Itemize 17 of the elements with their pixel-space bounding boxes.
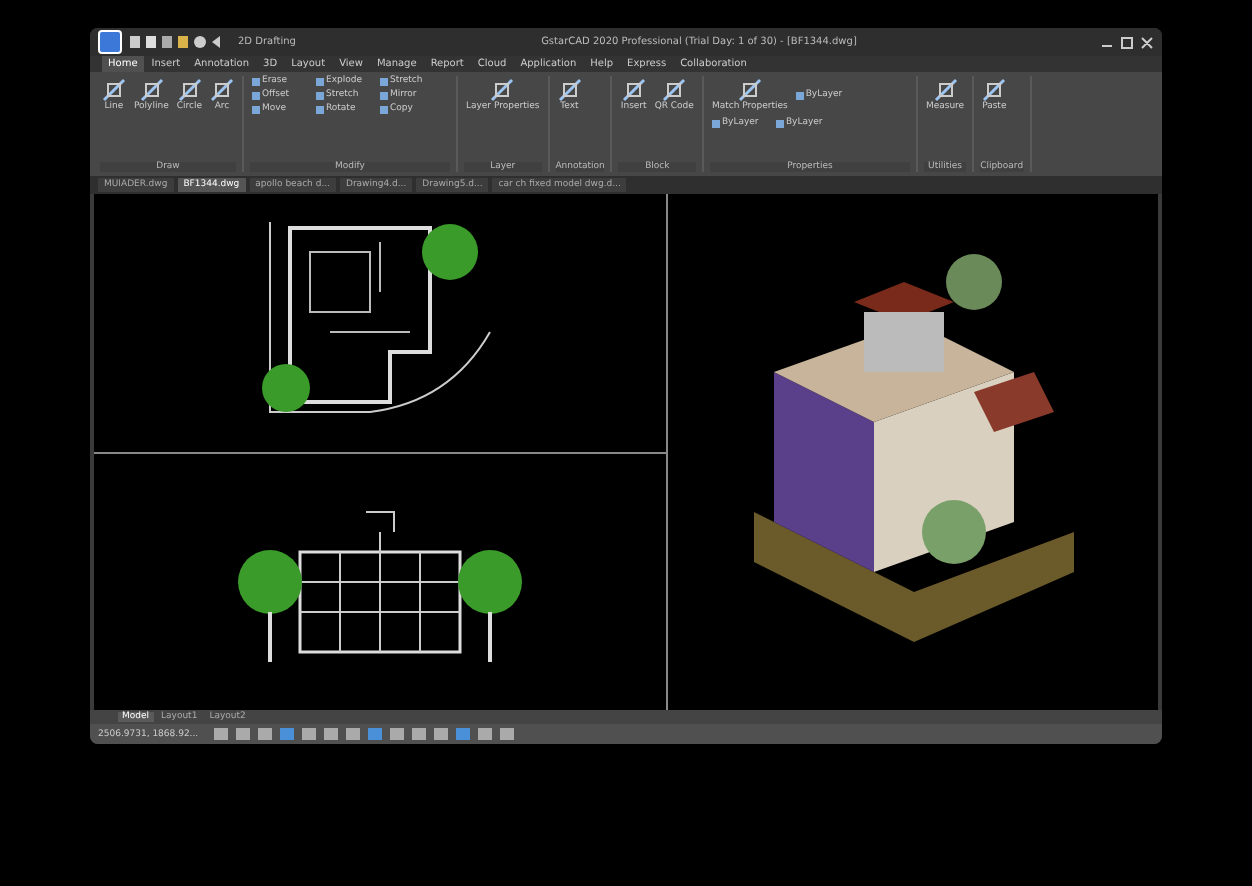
tool-icon bbox=[795, 91, 804, 99]
tool-icon bbox=[177, 78, 202, 102]
tool-icon bbox=[662, 78, 687, 102]
tool-icon bbox=[621, 78, 646, 102]
tool-icon bbox=[209, 78, 234, 102]
tool-icon bbox=[775, 119, 784, 127]
tool-icon bbox=[557, 78, 582, 102]
tool-icon bbox=[982, 78, 1007, 102]
tool-icon bbox=[490, 78, 515, 102]
tool-icon bbox=[102, 78, 126, 102]
status-toggle-icons[interactable] bbox=[214, 726, 515, 742]
tool-icon bbox=[933, 78, 957, 102]
window-controls-icon[interactable] bbox=[1102, 35, 1154, 49]
tool-icon bbox=[139, 78, 164, 102]
app-logo-icon[interactable] bbox=[98, 30, 122, 54]
tool-icon bbox=[711, 119, 720, 127]
tool-icon bbox=[737, 78, 762, 102]
